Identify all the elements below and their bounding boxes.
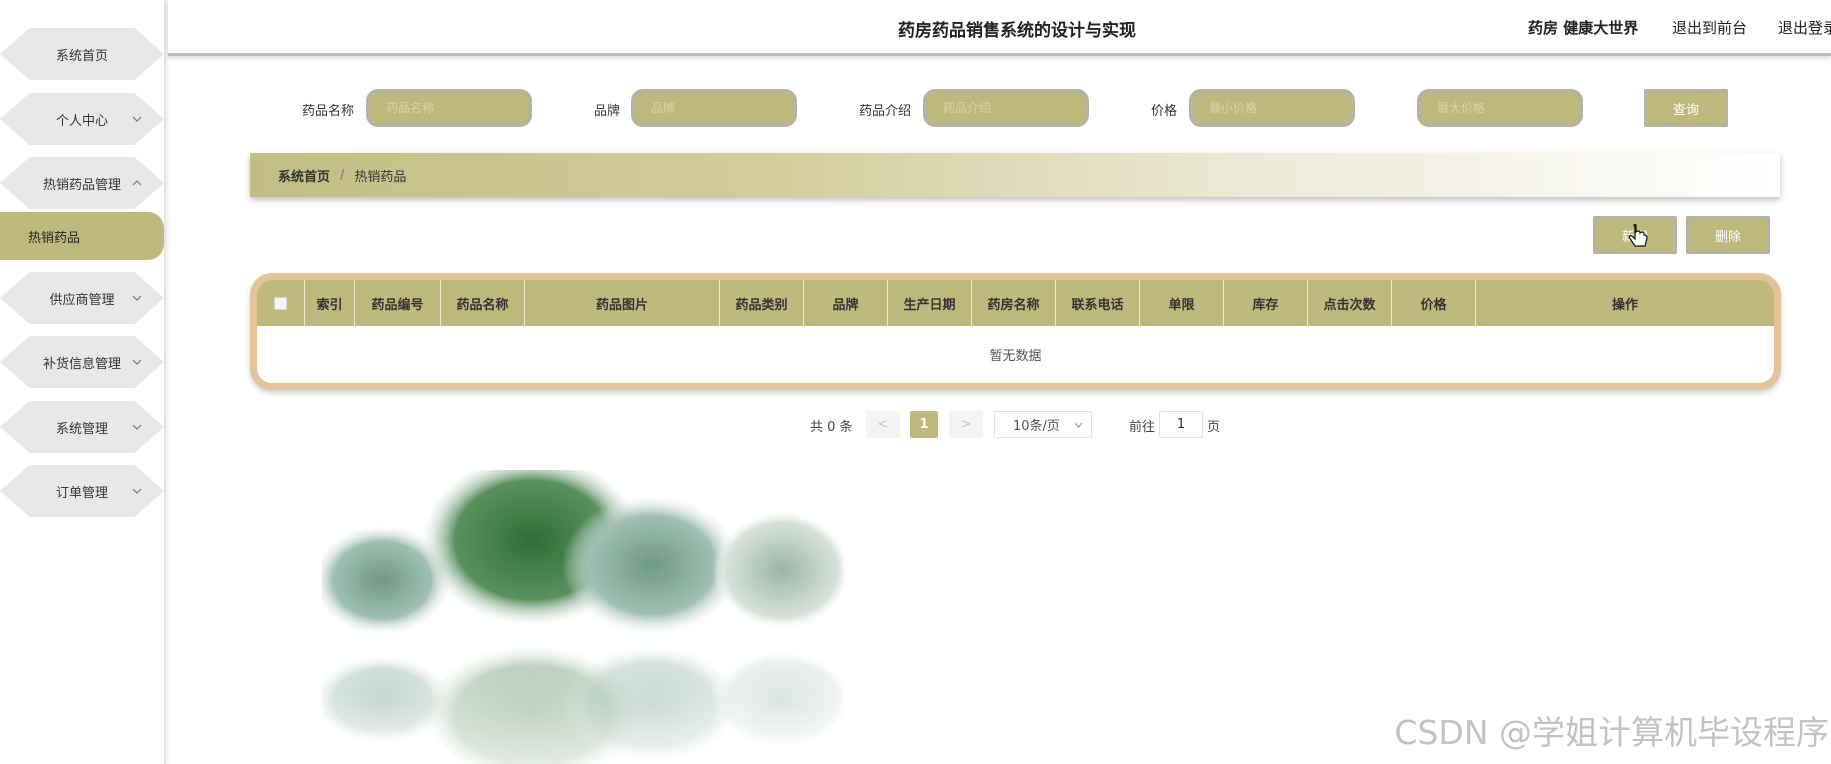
next-page-button[interactable]: >	[949, 411, 983, 438]
goto-page-input[interactable]: 1	[1159, 411, 1203, 438]
sidebar-item-supplier-management[interactable]: 供应商管理	[0, 272, 164, 324]
chevron-down-icon	[130, 112, 144, 126]
select-all-cell	[257, 280, 305, 326]
logout-link[interactable]: 退出登录	[1778, 17, 1831, 38]
brand-input[interactable]	[631, 89, 797, 127]
chevron-down-icon	[130, 420, 144, 434]
column-header: 药房名称	[972, 280, 1056, 326]
sidebar-item-label: 个人中心	[55, 113, 108, 129]
sidebar-item-order-management[interactable]: 订单管理	[0, 465, 164, 517]
breadcrumb-current: 热销药品	[354, 169, 407, 185]
breadcrumb-separator: /	[340, 167, 345, 183]
min-price-input[interactable]	[1189, 89, 1355, 127]
price-label: 价格	[1151, 104, 1178, 119]
brand-label: 品牌	[594, 104, 621, 119]
sidebar-item-label: 系统首页	[55, 48, 108, 64]
prev-page-button[interactable]: <	[866, 411, 900, 438]
select-all-checkbox[interactable]	[274, 296, 287, 310]
hand-cursor-icon	[1628, 224, 1648, 247]
chevron-down-icon	[130, 484, 144, 498]
current-page-button[interactable]: 1	[910, 411, 938, 438]
column-header: 生产日期	[888, 280, 972, 326]
sidebar: 系统首页 个人中心 热销药品管理 热销药品 供应商管理 补货信息管理 系统管理 …	[0, 0, 166, 764]
query-button[interactable]: 查询	[1644, 89, 1728, 127]
chevron-down-icon	[130, 291, 144, 305]
top-header: 药房药品销售系统的设计与实现 药房 健康大世界 退出到前台 退出登录	[168, 0, 1831, 56]
sidebar-item-personal-center[interactable]: 个人中心	[0, 93, 164, 145]
drug-intro-input[interactable]	[923, 89, 1089, 127]
sidebar-item-label: 供应商管理	[49, 292, 115, 308]
sidebar-item-label: 补货信息管理	[42, 356, 121, 372]
sidebar-item-restock-management[interactable]: 补货信息管理	[0, 336, 164, 388]
chevron-down-icon	[130, 355, 144, 369]
column-header: 单限	[1140, 280, 1224, 326]
column-header: 药品类别	[720, 280, 804, 326]
column-header: 点击次数	[1308, 280, 1392, 326]
breadcrumb-home[interactable]: 系统首页	[278, 166, 330, 185]
column-header: 价格	[1392, 280, 1476, 326]
column-header: 库存	[1224, 280, 1308, 326]
sidebar-item-label: 热销药品管理	[42, 177, 121, 193]
sidebar-item-label: 订单管理	[55, 485, 108, 501]
goto-label: 前往	[1129, 420, 1156, 435]
empty-table-text: 暂无数据	[989, 349, 1042, 364]
column-header: 药品编号	[355, 280, 441, 326]
sidebar-item-home[interactable]: 系统首页	[0, 28, 164, 80]
column-header: 品牌	[804, 280, 888, 326]
column-header: 操作	[1611, 297, 1638, 313]
current-user: 药房 健康大世界	[1528, 19, 1639, 37]
page-suffix: 页	[1207, 420, 1221, 435]
chevron-up-icon	[130, 176, 144, 190]
column-header: 联系电话	[1056, 280, 1140, 326]
hot-drugs-table: 索引 药品编号 药品名称 药品图片 药品类别 品牌 生产日期 药房名称 联系电话…	[250, 273, 1781, 390]
table-header: 索引 药品编号 药品名称 药品图片 药品类别 品牌 生产日期 药房名称 联系电话…	[257, 280, 1774, 326]
max-price-input[interactable]	[1417, 89, 1583, 127]
drug-name-label: 药品名称	[302, 104, 355, 119]
sidebar-item-system-management[interactable]: 系统管理	[0, 401, 164, 453]
page-size-select[interactable]: 10条/页	[994, 411, 1092, 438]
watermark-text: CSDN @学姐计算机毕设程序	[1394, 713, 1829, 752]
sidebar-item-hot-drugs-management[interactable]: 热销药品管理	[0, 157, 164, 209]
sidebar-subitem-hot-drugs[interactable]: 热销药品	[0, 212, 164, 260]
sidebar-item-label: 系统管理	[55, 421, 108, 437]
back-to-front-link[interactable]: 退出到前台	[1672, 17, 1747, 38]
drug-name-input[interactable]	[366, 89, 532, 127]
chevron-down-icon	[1074, 422, 1083, 428]
breadcrumb: 系统首页 / 热销药品	[250, 153, 1780, 197]
drug-intro-label: 药品介绍	[859, 104, 912, 119]
column-header: 药品名称	[441, 280, 525, 326]
page-title: 药房药品销售系统的设计与实现	[898, 21, 1136, 41]
page-size-value: 10条/页	[1013, 419, 1060, 434]
column-header: 索引	[305, 280, 355, 326]
delete-button[interactable]: 删除	[1686, 216, 1770, 254]
column-header: 药品图片	[525, 280, 720, 326]
ink-landscape-illustration	[322, 470, 844, 764]
pagination-total: 共 0 条	[810, 420, 853, 435]
